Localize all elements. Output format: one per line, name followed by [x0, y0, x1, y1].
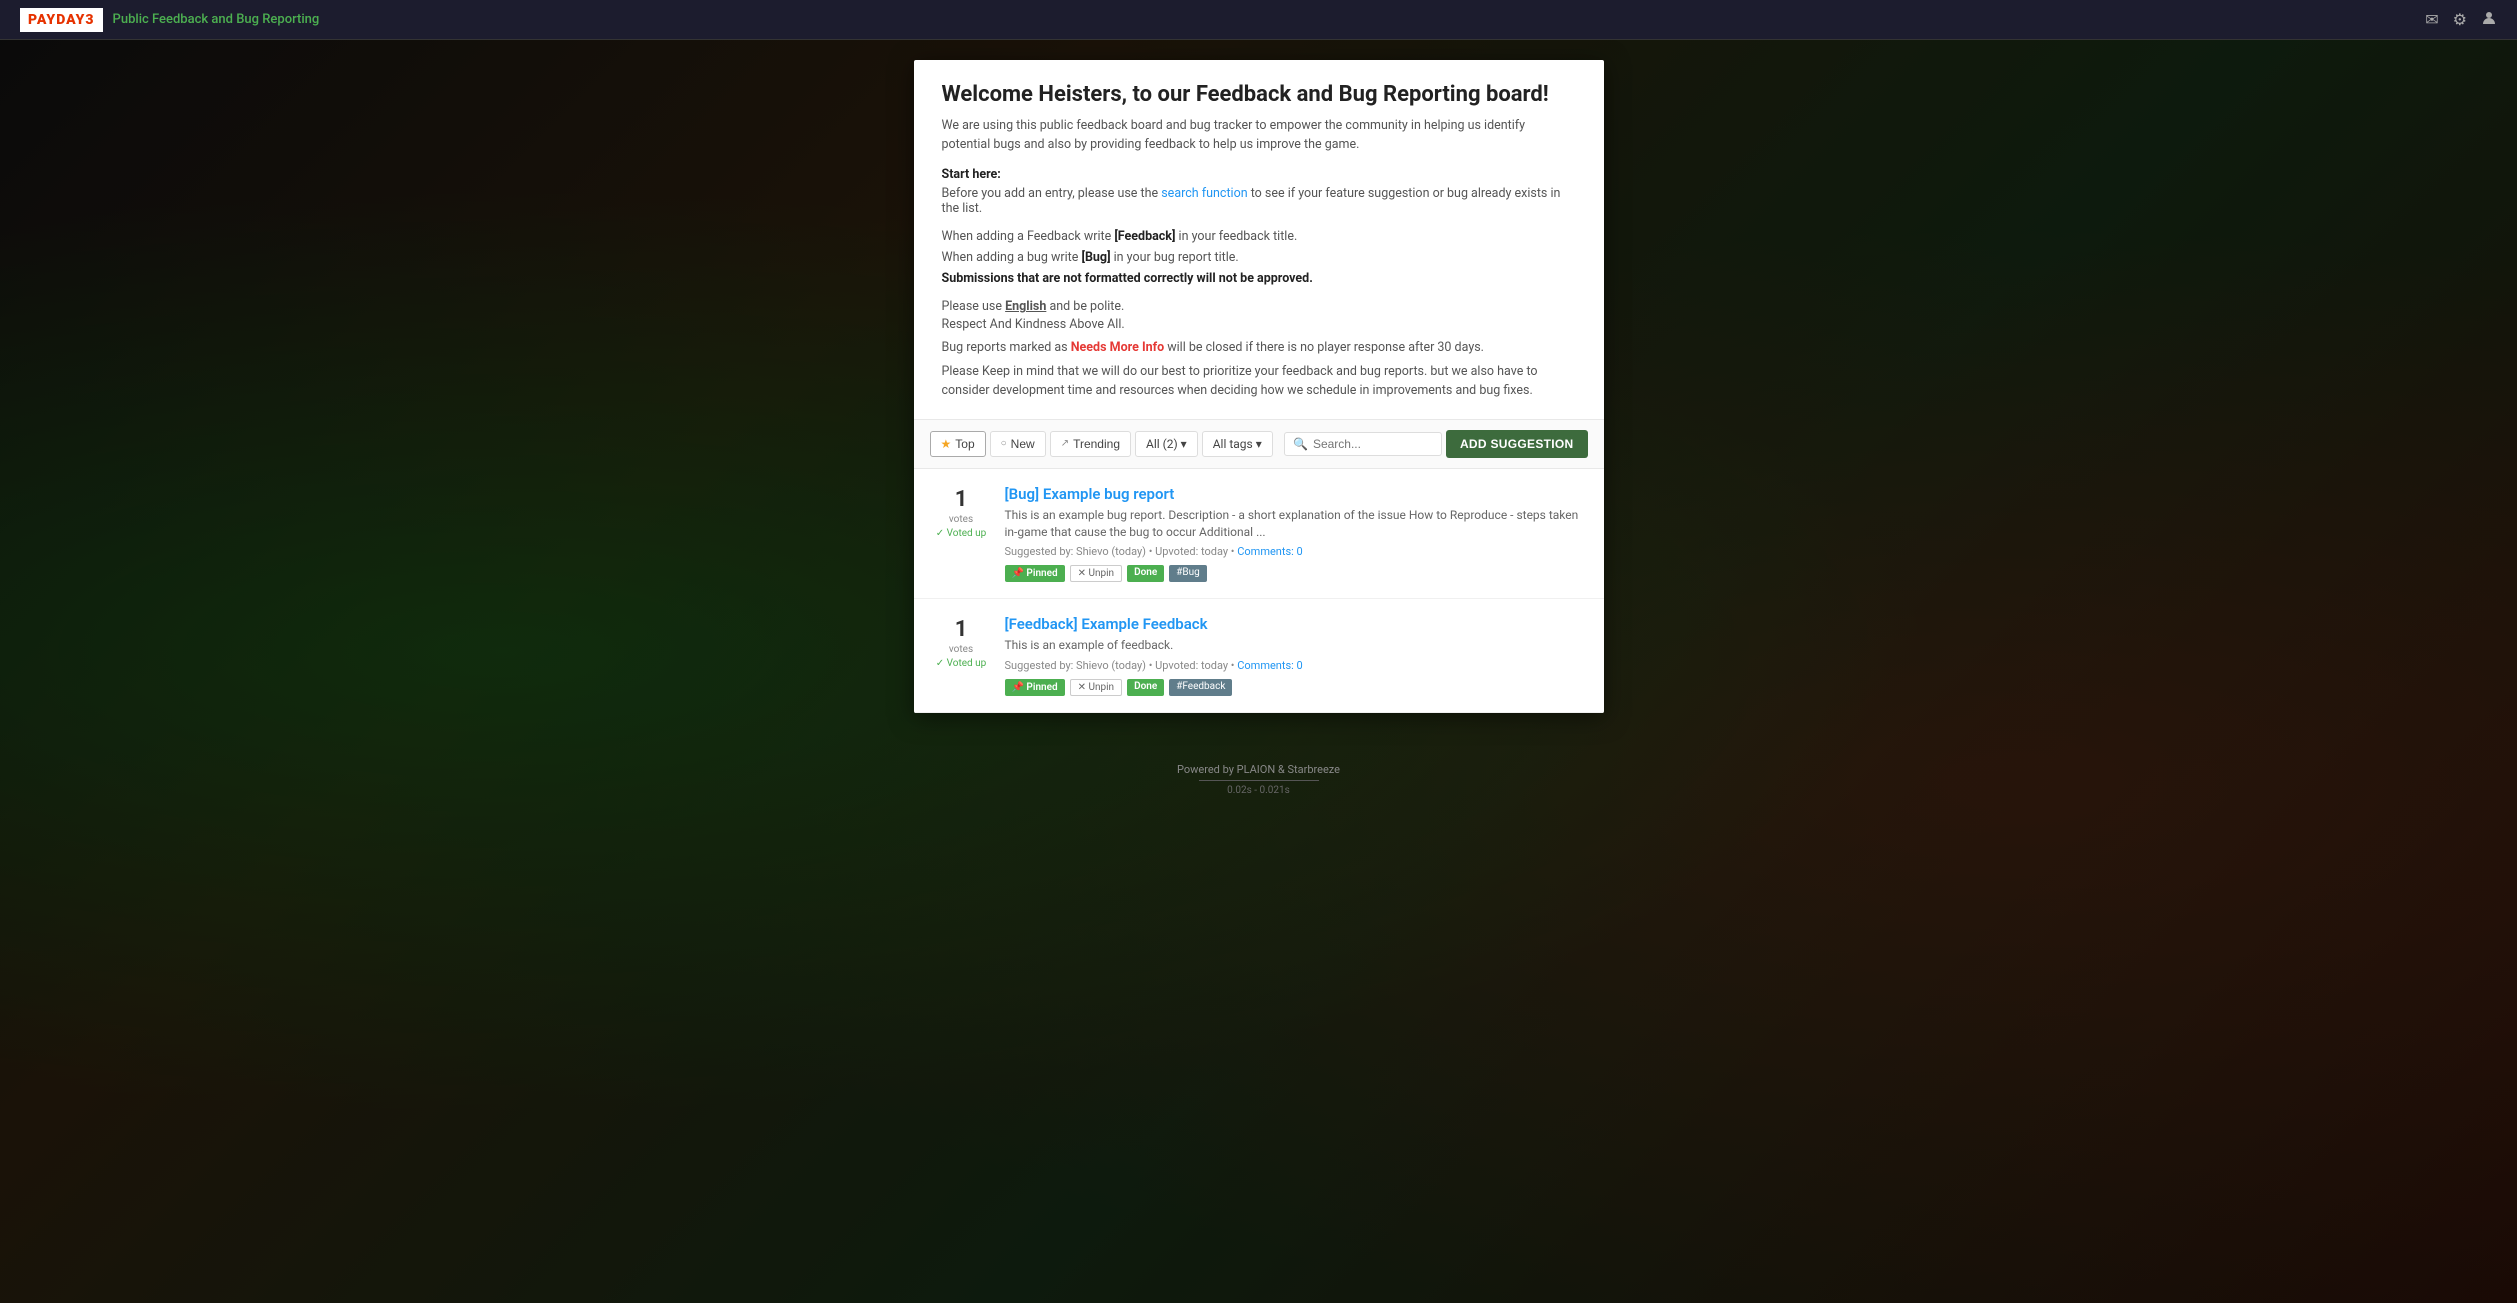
comments-link-1[interactable]: Comments: 0 [1237, 545, 1302, 558]
nmi-note: Bug reports marked as Needs More Info wi… [942, 340, 1576, 355]
logo-number: 3 [85, 12, 94, 28]
chevron-down-icon: ▾ [1181, 437, 1187, 451]
payday-logo: PAYDAY3 [20, 8, 103, 32]
nav-title: Public Feedback and Bug Reporting [113, 12, 320, 27]
start-here-label: Start here: [942, 167, 1576, 182]
tag-bug-1[interactable]: #Bug [1169, 565, 1207, 582]
mail-icon[interactable]: ✉ [2425, 10, 2438, 29]
post-title-1[interactable]: [Bug] Example bug report [1005, 485, 1584, 503]
circle-icon: ○ [1001, 438, 1007, 449]
tag-pinned-2[interactable]: 📌 Pinned [1005, 679, 1065, 696]
post-meta-1: Suggested by: Shievo (today) • Upvoted: … [1005, 545, 1584, 558]
post-preview-1: This is an example bug report. Descripti… [1005, 507, 1584, 541]
navbar: PAYDAY3 Public Feedback and Bug Reportin… [0, 0, 2517, 40]
tag-done-1[interactable]: Done [1127, 565, 1164, 582]
filter-bar: ★ Top ○ New ↗ Trending All (2) ▾ All tag… [914, 420, 1604, 469]
format-instructions: When adding a Feedback write [Feedback] … [942, 226, 1576, 290]
vote-section-2: 1 votes Voted up [934, 615, 989, 669]
consider-note: Please Keep in mind that we will do our … [942, 363, 1576, 401]
welcome-title: Welcome Heisters, to our Feedback and Bu… [942, 82, 1576, 107]
post-item: 1 votes Voted up [Bug] Example bug repor… [914, 469, 1604, 600]
before-text: Before you add an entry, please use the … [942, 186, 1576, 216]
filter-trending-button[interactable]: ↗ Trending [1050, 431, 1131, 457]
post-meta-2: Suggested by: Shievo (today) • Upvoted: … [1005, 659, 1584, 672]
post-tags-1: 📌 Pinned ✕ Unpin Done #Bug [1005, 565, 1584, 582]
posts-container: 1 votes Voted up [Bug] Example bug repor… [914, 469, 1604, 713]
content-panel: Welcome Heisters, to our Feedback and Bu… [914, 60, 1604, 713]
tag-done-2[interactable]: Done [1127, 679, 1164, 696]
lang-notes: Please use English and be polite. Respec… [942, 299, 1576, 332]
star-icon: ★ [941, 437, 952, 451]
vote-label-2: votes [949, 644, 973, 655]
tag-unpin-1[interactable]: ✕ Unpin [1070, 565, 1122, 582]
welcome-section: Welcome Heisters, to our Feedback and Bu… [914, 60, 1604, 420]
vote-count-1: 1 [955, 487, 968, 512]
post-content-1: [Bug] Example bug report This is an exam… [1005, 485, 1584, 583]
voted-up-2: Voted up [936, 658, 987, 669]
chevron-down-icon-2: ▾ [1256, 437, 1262, 451]
post-item-2: 1 votes Voted up [Feedback] Example Feed… [914, 599, 1604, 713]
navbar-icons: ✉ ⚙ [2425, 10, 2497, 30]
trend-icon: ↗ [1061, 438, 1069, 449]
tag-pinned-1[interactable]: 📌 Pinned [1005, 565, 1065, 582]
footer: Powered by PLAION & Starbreeze 0.02s - 0… [0, 753, 2517, 806]
post-title-2[interactable]: [Feedback] Example Feedback [1005, 615, 1584, 633]
add-suggestion-button[interactable]: ADD SUGGESTION [1446, 430, 1588, 458]
settings-icon[interactable]: ⚙ [2453, 10, 2467, 29]
all-label: All (2) [1146, 437, 1178, 451]
welcome-desc: We are using this public feedback board … [942, 117, 1576, 155]
top-label: Top [955, 437, 974, 451]
voted-up-1: Voted up [936, 528, 987, 539]
powered-by: Powered by PLAION & Starbreeze [10, 763, 2507, 776]
tag-unpin-2[interactable]: ✕ Unpin [1070, 679, 1122, 696]
brand: PAYDAY3 Public Feedback and Bug Reportin… [20, 8, 319, 32]
vote-label-1: votes [949, 514, 973, 525]
trending-label: Trending [1073, 437, 1120, 451]
logo-text: PAYDAY [28, 12, 85, 28]
footer-divider [1199, 780, 1319, 781]
main-wrapper: Welcome Heisters, to our Feedback and Bu… [0, 40, 2517, 753]
search-icon: 🔍 [1293, 437, 1308, 451]
vote-count-2: 1 [955, 617, 968, 642]
post-content-2: [Feedback] Example Feedback This is an e… [1005, 615, 1584, 696]
tag-feedback-2[interactable]: #Feedback [1169, 679, 1232, 696]
search-function-link[interactable]: search function [1161, 186, 1247, 201]
vote-section-1: 1 votes Voted up [934, 485, 989, 539]
filter-new-button[interactable]: ○ New [990, 431, 1046, 457]
footer-timing: 0.02s - 0.021s [10, 785, 2507, 796]
all-tags-dropdown[interactable]: All tags ▾ [1202, 431, 1273, 457]
user-icon[interactable] [2481, 10, 2497, 30]
search-input[interactable] [1313, 437, 1433, 451]
search-box: 🔍 [1284, 432, 1442, 456]
comments-link-2[interactable]: Comments: 0 [1237, 659, 1302, 672]
all-filter-dropdown[interactable]: All (2) ▾ [1135, 431, 1198, 457]
post-preview-2: This is an example of feedback. [1005, 637, 1584, 654]
filter-top-button[interactable]: ★ Top [930, 431, 986, 457]
new-label: New [1011, 437, 1035, 451]
all-tags-label: All tags [1213, 437, 1253, 451]
post-tags-2: 📌 Pinned ✕ Unpin Done #Feedback [1005, 679, 1584, 696]
